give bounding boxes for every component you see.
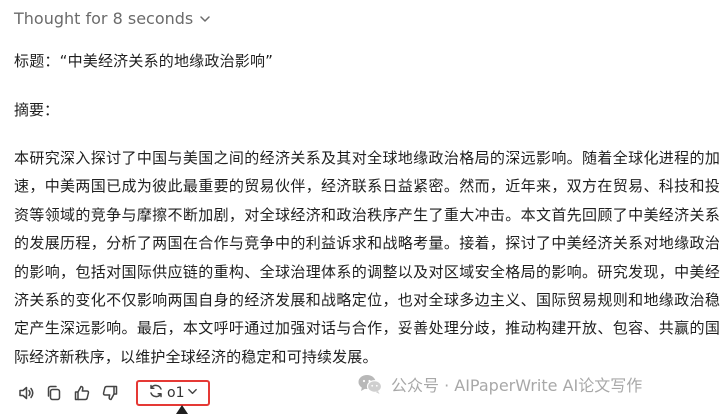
watermark: 公众号 · AIPaperWrite AI论文写作 [357,372,642,396]
model-selector-button[interactable]: o1 [136,380,211,414]
thumbs-up-button[interactable] [70,381,94,405]
thumbs-up-icon [72,383,92,403]
chevron-down-icon [187,385,198,401]
read-aloud-button[interactable] [14,381,38,405]
abstract-text: 本研究深入探讨了中国与美国之间的经济关系及其对全球地缘政治格局的深远影响。随着全… [14,149,720,366]
model-label: o1 [167,385,185,401]
thumbs-down-button[interactable] [98,381,122,405]
thumbs-down-icon [100,383,120,403]
regenerate-icon [148,383,164,403]
chevron-down-icon [199,13,211,25]
wechat-icon [357,373,383,395]
copy-icon [44,383,64,403]
abstract-label: 摘要： [14,101,60,119]
watermark-text: 公众号 · AIPaperWrite AI论文写作 [391,376,643,395]
copy-button[interactable] [42,381,66,405]
message-toolbar: o1 [14,378,211,414]
title-line: 标题：“中美经济关系的地缘政治影响” [14,52,274,70]
thought-label: Thought for 8 seconds [14,9,194,28]
speaker-icon [16,383,36,403]
thought-toggle[interactable]: Thought for 8 seconds [14,9,211,28]
